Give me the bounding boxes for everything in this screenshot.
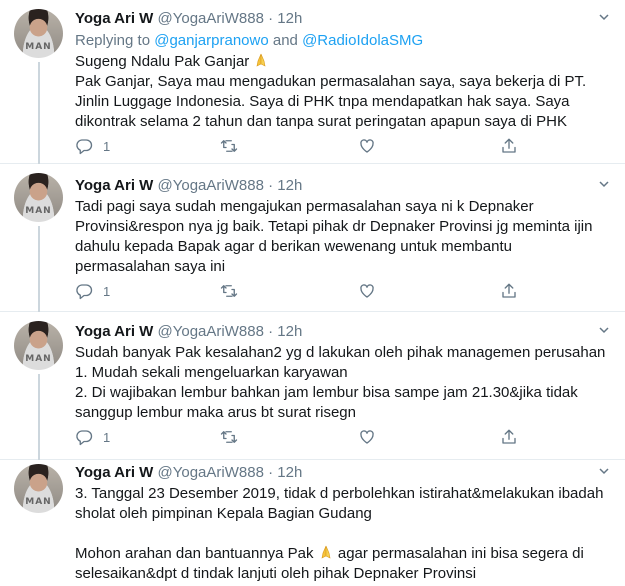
reply-icon xyxy=(76,430,93,446)
author-name[interactable]: Yoga Ari W xyxy=(75,177,153,194)
replying-to-label: Replying to xyxy=(75,32,155,49)
reply-icon xyxy=(76,139,93,155)
like-button[interactable] xyxy=(358,282,376,300)
folded-hands-emoji xyxy=(257,53,266,67)
retweet-icon xyxy=(220,431,238,443)
like-icon xyxy=(360,284,374,298)
chevron-down-icon[interactable] xyxy=(599,466,609,476)
author-name[interactable]: Yoga Ari W xyxy=(75,323,153,340)
tweet-actions: 1 xyxy=(75,137,535,157)
tweet-header: Yoga Ari W @YogaAriW888 · 12h xyxy=(75,9,302,28)
avatar[interactable]: MAN xyxy=(14,173,63,222)
replying-to: Replying to @ganjarpranowo and @RadioIdo… xyxy=(75,31,423,50)
reply-count: 1 xyxy=(103,283,111,299)
retweet-icon xyxy=(220,285,238,297)
tweet-text: 3. Tanggal 23 Desember 2019, tidak d per… xyxy=(75,484,610,584)
separator-dot: · xyxy=(268,323,274,340)
tweet[interactable]: MAN Yoga Ari W @YogaAriW888 · 12h Sudah … xyxy=(0,312,625,460)
timestamp[interactable]: 12h xyxy=(277,323,302,340)
avatar-shirt-text: MAN xyxy=(25,206,52,216)
author-name[interactable]: Yoga Ari W xyxy=(75,10,153,27)
tweet[interactable]: MAN Yoga Ari W @YogaAriW888 · 12h 3. Tan… xyxy=(0,460,625,586)
author-handle[interactable]: @YogaAriW888 xyxy=(158,464,264,481)
avatar[interactable]: MAN xyxy=(14,9,63,58)
chevron-down-icon[interactable] xyxy=(599,325,609,335)
mention-link[interactable]: @RadioIdolaSMG xyxy=(302,32,423,49)
like-button[interactable] xyxy=(358,137,376,155)
like-icon xyxy=(360,430,374,444)
tweet-header: Yoga Ari W @YogaAriW888 · 12h xyxy=(75,463,302,482)
avatar-shirt-text: MAN xyxy=(25,497,52,507)
timestamp[interactable]: 12h xyxy=(277,464,302,481)
thread-line xyxy=(38,62,40,164)
avatar[interactable]: MAN xyxy=(14,464,63,513)
like-button[interactable] xyxy=(358,428,376,446)
thread-line xyxy=(38,226,40,312)
tweet-actions: 1 xyxy=(75,428,535,448)
separator-dot: · xyxy=(268,177,274,194)
replying-to-and: and xyxy=(268,32,303,49)
chevron-down-icon[interactable] xyxy=(599,179,609,189)
share-icon xyxy=(502,429,516,444)
chevron-down-icon[interactable] xyxy=(599,12,609,22)
separator-dot: · xyxy=(268,10,274,27)
retweet-button[interactable] xyxy=(220,137,238,155)
reply-count: 1 xyxy=(103,138,111,154)
timestamp[interactable]: 12h xyxy=(277,10,302,27)
tweet-header: Yoga Ari W @YogaAriW888 · 12h xyxy=(75,176,302,195)
reply-button[interactable]: 1 xyxy=(75,428,110,446)
reply-button[interactable]: 1 xyxy=(75,282,110,300)
tweet-text-part: Pak Ganjar, Saya mau mengadukan permasal… xyxy=(75,73,587,130)
separator-dot: · xyxy=(268,464,274,481)
tweet-text-part: Sugeng Ndalu Pak Ganjar xyxy=(75,53,254,70)
thread-line xyxy=(38,374,40,460)
avatar-shirt-text: MAN xyxy=(25,354,52,364)
retweet-icon xyxy=(220,140,238,152)
reply-icon xyxy=(76,284,93,300)
tweet-header: Yoga Ari W @YogaAriW888 · 12h xyxy=(75,322,302,341)
share-button[interactable] xyxy=(500,428,518,446)
tweet[interactable]: MAN Yoga Ari W @YogaAriW888 · 12h Tadi p… xyxy=(0,164,625,312)
author-handle[interactable]: @YogaAriW888 xyxy=(158,10,264,27)
author-name[interactable]: Yoga Ari W xyxy=(75,464,153,481)
timestamp[interactable]: 12h xyxy=(277,177,302,194)
author-handle[interactable]: @YogaAriW888 xyxy=(158,323,264,340)
avatar[interactable]: MAN xyxy=(14,321,63,370)
avatar-shirt-text: MAN xyxy=(25,42,52,52)
tweet-text: Tadi pagi saya sudah mengajukan permasal… xyxy=(75,198,597,275)
reply-button[interactable]: 1 xyxy=(75,137,110,155)
tweet-text: Sudah banyak Pak kesalahan2 yg d lakukan… xyxy=(75,344,606,421)
retweet-button[interactable] xyxy=(220,282,238,300)
folded-hands-emoji xyxy=(321,545,331,559)
share-icon xyxy=(502,138,516,153)
share-button[interactable] xyxy=(500,137,518,155)
tweet-text: Sugeng Ndalu Pak Ganjar Pak Ganjar, Saya… xyxy=(75,52,610,132)
share-icon xyxy=(502,283,516,298)
share-button[interactable] xyxy=(500,282,518,300)
tweet[interactable]: MAN Yoga Ari W @YogaAriW888 · 12h Replyi… xyxy=(0,0,625,164)
reply-count: 1 xyxy=(103,429,111,445)
author-handle[interactable]: @YogaAriW888 xyxy=(158,177,264,194)
mention-link[interactable]: @ganjarpranowo xyxy=(154,32,268,49)
like-icon xyxy=(360,139,374,153)
tweet-actions: 1 xyxy=(75,282,535,302)
retweet-button[interactable] xyxy=(220,428,238,446)
